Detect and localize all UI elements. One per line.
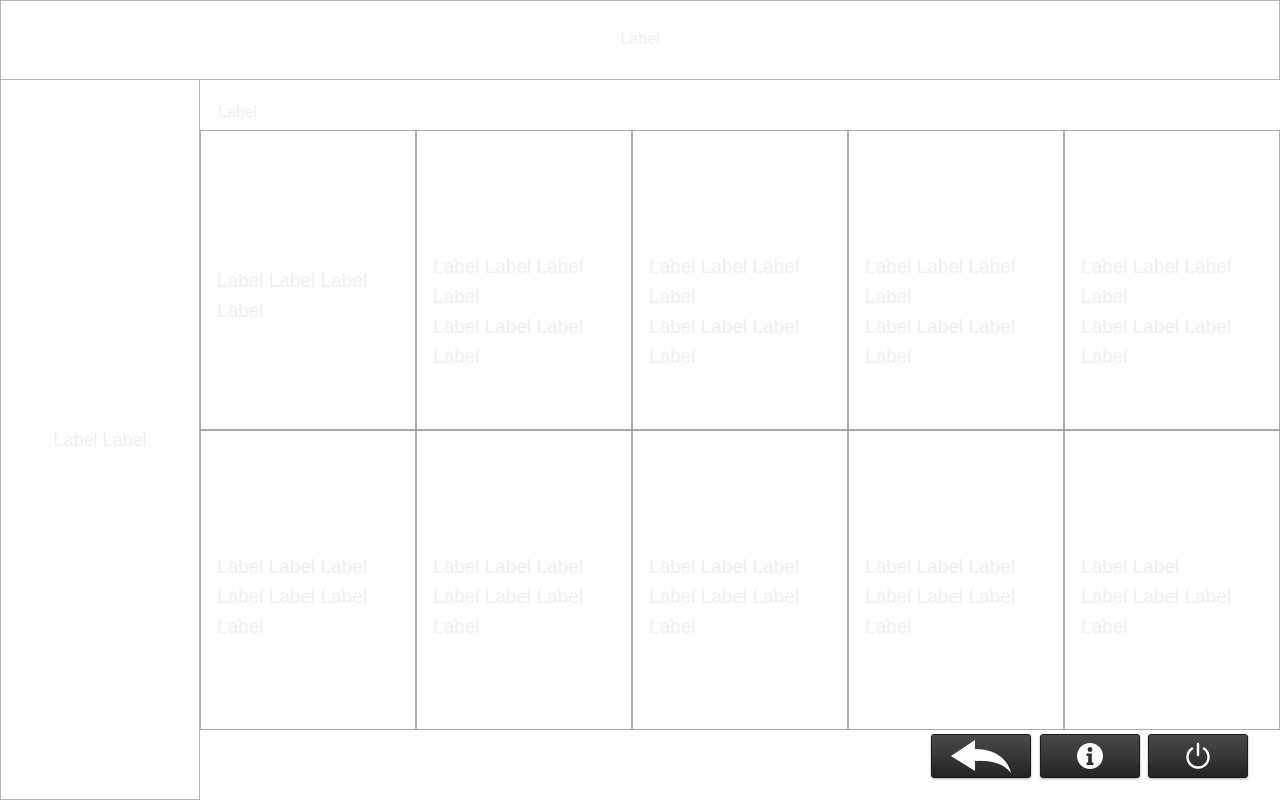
tile-label: Label Label Label Label Label Label Labe… bbox=[649, 557, 800, 638]
tile-grid: Label Label Label Label Label Label Labe… bbox=[200, 130, 1280, 730]
tile-label: Label Label Label Label Label Label Labe… bbox=[217, 557, 368, 638]
tile-2[interactable]: Label Label Label Label Label Label Labe… bbox=[416, 130, 632, 430]
sidebar: Label Label bbox=[0, 79, 200, 800]
tile-label: Label Label Label Label Label Label Labe… bbox=[649, 257, 800, 368]
header-bar: Label bbox=[0, 0, 1280, 80]
tile-label: Label Label Label Label Label Label Labe… bbox=[865, 257, 1016, 368]
tile-label: Label Label Label Label Label Label bbox=[1081, 557, 1232, 638]
section-label: Label bbox=[218, 104, 258, 121]
tile-9[interactable]: Label Label Label Label Label Label Labe… bbox=[848, 430, 1064, 730]
tile-4[interactable]: Label Label Label Label Label Label Labe… bbox=[848, 130, 1064, 430]
tile-label: Label Label Label Label bbox=[217, 271, 368, 322]
header-title: Label bbox=[620, 31, 660, 48]
tile-7[interactable]: Label Label Label Label Label Label Labe… bbox=[416, 430, 632, 730]
tile-3[interactable]: Label Label Label Label Label Label Labe… bbox=[632, 130, 848, 430]
tile-5[interactable]: Label Label Label Label Label Label Labe… bbox=[1064, 130, 1280, 430]
back-arrow-icon bbox=[951, 740, 1011, 773]
info-icon bbox=[1077, 743, 1103, 769]
power-icon bbox=[1186, 742, 1210, 769]
back-button[interactable] bbox=[931, 734, 1031, 778]
tile-10[interactable]: Label Label Label Label Label Label bbox=[1064, 430, 1280, 730]
tile-1[interactable]: Label Label Label Label bbox=[200, 130, 416, 430]
tile-label: Label Label Label Label Label Label Labe… bbox=[433, 557, 584, 638]
sidebar-label: Label Label bbox=[53, 430, 147, 450]
tile-6[interactable]: Label Label Label Label Label Label Labe… bbox=[200, 430, 416, 730]
info-button[interactable] bbox=[1040, 734, 1140, 778]
tile-8[interactable]: Label Label Label Label Label Label Labe… bbox=[632, 430, 848, 730]
tile-label: Label Label Label Label Label Label Labe… bbox=[865, 557, 1016, 638]
power-button[interactable] bbox=[1148, 734, 1248, 778]
tile-label: Label Label Label Label Label Label Labe… bbox=[1081, 257, 1232, 368]
tile-label: Label Label Label Label Label Label Labe… bbox=[433, 257, 584, 368]
